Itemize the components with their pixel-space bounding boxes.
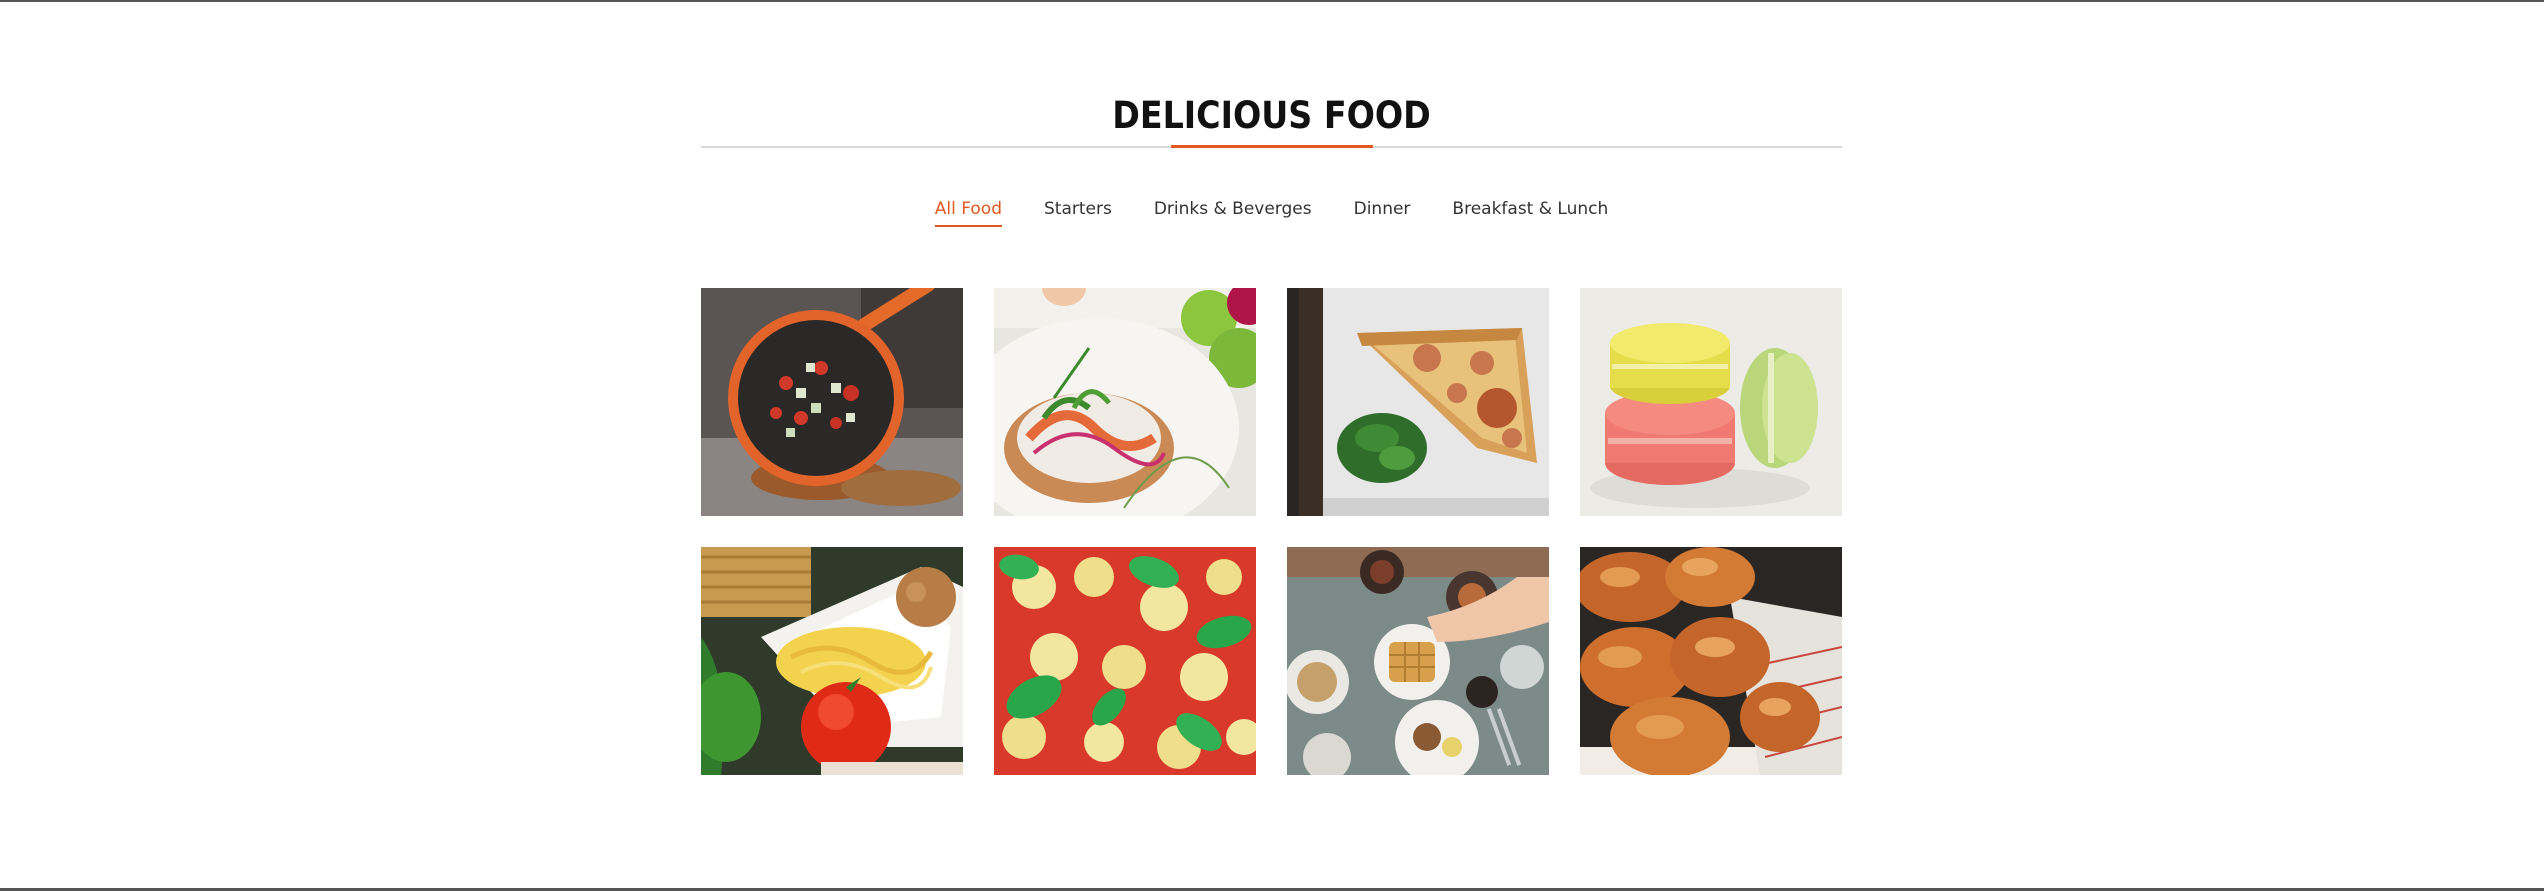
gallery-item-fried-chicken[interactable] bbox=[1580, 547, 1842, 775]
noodles-tomato-photo bbox=[701, 547, 963, 775]
salad-plate-photo bbox=[994, 288, 1256, 516]
gallery-item-pan-vegetables[interactable] bbox=[701, 288, 963, 516]
pizza-slice-photo bbox=[1287, 288, 1549, 516]
tab-dinner[interactable]: Dinner bbox=[1354, 199, 1411, 227]
section-title: DELICIOUS FOOD bbox=[1112, 94, 1431, 137]
food-gallery bbox=[701, 288, 1842, 775]
basil-pizza-photo bbox=[994, 547, 1256, 775]
gallery-item-breakfast-table[interactable] bbox=[1287, 547, 1549, 775]
food-menu-section: DELICIOUS FOOD All Food Starters Drinks … bbox=[701, 0, 1842, 891]
gallery-item-salad-plate[interactable] bbox=[994, 288, 1256, 516]
title-accent-underline bbox=[1171, 145, 1373, 148]
pan-vegetables-photo bbox=[701, 288, 963, 516]
tab-breakfast-lunch[interactable]: Breakfast & Lunch bbox=[1452, 199, 1608, 227]
tab-starters[interactable]: Starters bbox=[1044, 199, 1112, 227]
gallery-item-basil-pizza[interactable] bbox=[994, 547, 1256, 775]
gallery-item-pizza-slice[interactable] bbox=[1287, 288, 1549, 516]
tab-all-food[interactable]: All Food bbox=[934, 199, 1003, 227]
macarons-photo bbox=[1580, 288, 1842, 516]
gallery-item-macarons[interactable] bbox=[1580, 288, 1842, 516]
fried-chicken-photo bbox=[1580, 547, 1842, 775]
category-filter-tabs: All Food Starters Drinks & Beverges Dinn… bbox=[701, 199, 1842, 227]
breakfast-table-photo bbox=[1287, 547, 1549, 775]
gallery-item-noodles-tomato[interactable] bbox=[701, 547, 963, 775]
tab-drinks-beverges[interactable]: Drinks & Beverges bbox=[1154, 199, 1312, 227]
